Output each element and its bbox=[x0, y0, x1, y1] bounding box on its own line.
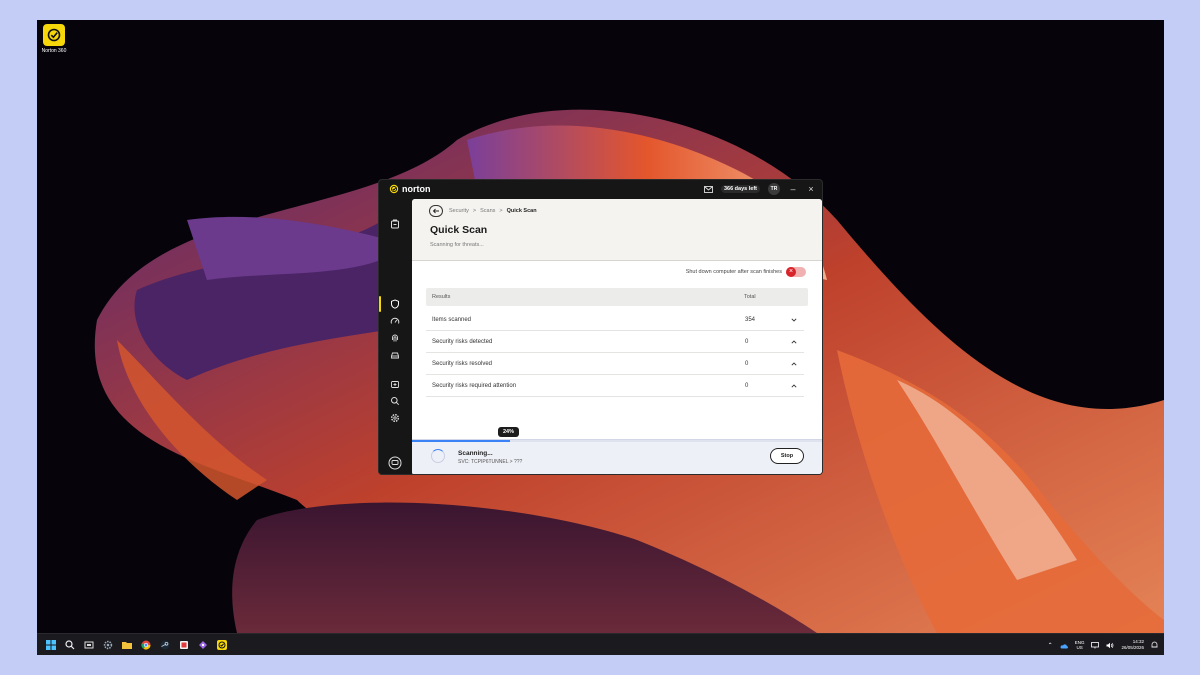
brand-name: norton bbox=[402, 184, 431, 194]
car-icon[interactable] bbox=[389, 349, 401, 361]
table-row[interactable]: Security risks detected 0 bbox=[426, 332, 804, 353]
scan-current-item: SVC: TCPIP6TUNNEL > ??? bbox=[458, 459, 523, 465]
network-icon[interactable] bbox=[1091, 636, 1100, 654]
page-title: Quick Scan bbox=[430, 224, 488, 236]
active-nav-indicator bbox=[379, 296, 381, 312]
system-tray: ⌃ ENG US 14:32 26/05/2026 bbox=[1048, 634, 1158, 655]
norton-brand: norton bbox=[389, 184, 431, 194]
gear-icon[interactable] bbox=[389, 412, 401, 424]
desktop-icon-label: Norton 360 bbox=[41, 48, 67, 54]
chat-icon[interactable] bbox=[388, 456, 402, 470]
chevron-up-icon[interactable] bbox=[790, 360, 798, 368]
language-indicator[interactable]: ENG US bbox=[1075, 640, 1085, 650]
progress-fill bbox=[412, 440, 511, 442]
table-row[interactable]: Security risks resolved 0 bbox=[426, 354, 804, 375]
search-icon[interactable] bbox=[389, 395, 401, 407]
row-value: 0 bbox=[745, 339, 749, 345]
snipping-tool-icon[interactable] bbox=[178, 639, 189, 650]
main-panel: Security > Scans > Quick Scan Quick Scan… bbox=[412, 199, 822, 474]
breadcrumb: Security > Scans > Quick Scan bbox=[449, 208, 537, 214]
table-row[interactable]: Security risks required attention 0 bbox=[426, 376, 804, 397]
scan-status: Scanning... bbox=[458, 450, 493, 457]
clock-date: 26/05/2026 bbox=[1121, 645, 1144, 650]
onedrive-icon[interactable] bbox=[1060, 636, 1068, 654]
steam-icon[interactable] bbox=[159, 639, 170, 650]
shutdown-option: Shut down computer after scan finishes × bbox=[686, 267, 806, 277]
row-label: Security risks detected bbox=[432, 339, 493, 345]
file-explorer-icon[interactable] bbox=[121, 639, 132, 650]
progress-track bbox=[412, 440, 822, 442]
row-label: Items scanned bbox=[432, 317, 472, 323]
chrome-icon[interactable] bbox=[140, 639, 151, 650]
task-view-icon[interactable] bbox=[83, 639, 94, 650]
home-icon[interactable] bbox=[389, 218, 401, 230]
progress-percent-badge: 24% bbox=[498, 427, 520, 437]
chevron-up-icon[interactable] bbox=[790, 338, 798, 346]
row-label: Security risks resolved bbox=[432, 361, 493, 367]
paint-icon[interactable] bbox=[197, 639, 208, 650]
breadcrumb-scans[interactable]: Scans bbox=[480, 208, 495, 214]
notification-icon[interactable] bbox=[1151, 636, 1158, 654]
row-label: Security risks required attention bbox=[432, 383, 517, 389]
breadcrumb-separator: > bbox=[499, 208, 503, 214]
avatar[interactable]: TR bbox=[768, 183, 780, 195]
region-code: US bbox=[1076, 645, 1083, 650]
row-value: 0 bbox=[745, 383, 749, 389]
minimize-button[interactable]: – bbox=[788, 184, 798, 194]
page-subtitle: Scanning for threats... bbox=[430, 242, 484, 248]
taskbar-search-icon[interactable] bbox=[64, 639, 75, 650]
breadcrumb-separator: > bbox=[472, 208, 477, 214]
side-navigation bbox=[379, 198, 411, 474]
column-header-total: Total bbox=[744, 294, 756, 300]
mail-icon[interactable] bbox=[704, 180, 713, 198]
scan-status-bar: 24% Scanning... SVC: TCPIP6TUNNEL > ??? … bbox=[412, 427, 822, 474]
shutdown-toggle[interactable]: × bbox=[786, 267, 806, 277]
subscription-days-badge[interactable]: 366 days left bbox=[720, 185, 760, 193]
breadcrumb-security[interactable]: Security bbox=[449, 208, 469, 214]
row-value: 0 bbox=[745, 361, 749, 367]
chevron-down-icon[interactable] bbox=[790, 316, 798, 324]
norton-window: norton 366 days left TR – × Security > S… bbox=[378, 179, 823, 475]
fingerprint-icon[interactable] bbox=[389, 332, 401, 344]
first-aid-icon[interactable] bbox=[389, 378, 401, 390]
shield-icon[interactable] bbox=[389, 298, 401, 310]
taskbar: ⌃ ENG US 14:32 26/05/2026 bbox=[37, 633, 1164, 655]
clock[interactable]: 14:32 26/05/2026 bbox=[1121, 639, 1144, 651]
norton-check-icon bbox=[389, 184, 399, 194]
title-bar[interactable]: norton 366 days left TR – × bbox=[379, 180, 822, 198]
back-button[interactable] bbox=[429, 205, 443, 217]
start-icon[interactable] bbox=[45, 639, 56, 650]
volume-icon[interactable] bbox=[1106, 636, 1114, 654]
close-icon: × bbox=[786, 267, 796, 277]
column-header-results: Results bbox=[432, 294, 451, 300]
settings-app-icon[interactable] bbox=[102, 639, 113, 650]
page-header: Security > Scans > Quick Scan Quick Scan… bbox=[412, 199, 822, 261]
results-table-header: Results Total bbox=[426, 288, 808, 306]
chevron-up-icon[interactable] bbox=[790, 382, 798, 390]
desktop-norton-icon[interactable]: Norton 360 bbox=[39, 24, 69, 56]
row-value: 354 bbox=[745, 317, 756, 323]
chevron-up-icon[interactable]: ⌃ bbox=[1048, 642, 1053, 649]
speedometer-icon[interactable] bbox=[389, 315, 401, 327]
table-row[interactable]: Items scanned 354 bbox=[426, 310, 804, 331]
arrow-left-icon bbox=[432, 208, 439, 214]
close-button[interactable]: × bbox=[806, 184, 816, 194]
norton-taskbar-icon[interactable] bbox=[216, 639, 227, 650]
norton-logo-icon bbox=[43, 24, 65, 46]
scanning-spinner-icon bbox=[431, 449, 445, 463]
breadcrumb-current: Quick Scan bbox=[506, 208, 537, 214]
stop-button[interactable]: Stop bbox=[770, 448, 804, 464]
shutdown-label: Shut down computer after scan finishes bbox=[685, 269, 782, 275]
